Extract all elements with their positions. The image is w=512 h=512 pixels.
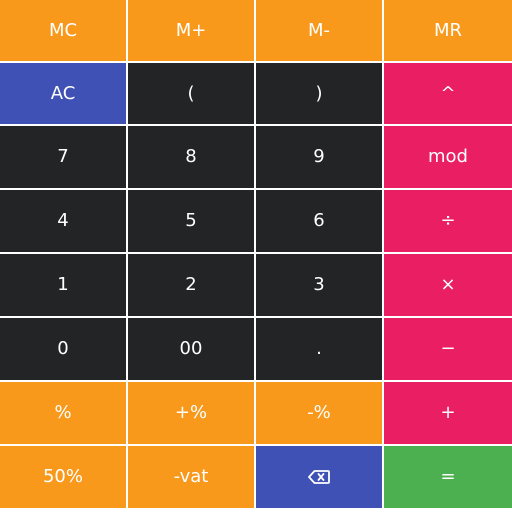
- backspace-button[interactable]: [256, 446, 382, 508]
- digit-1-button[interactable]: 1: [0, 254, 126, 316]
- all-clear-label: AC: [50, 82, 76, 104]
- modulo-label: mod: [428, 146, 468, 167]
- divide-label: ÷: [440, 210, 456, 231]
- multiply-label: ×: [440, 274, 456, 295]
- digit-5-button[interactable]: 5: [128, 190, 254, 252]
- add-label: +: [440, 402, 456, 423]
- memory-add-label: M+: [175, 19, 207, 41]
- digit-8-label: 8: [185, 146, 197, 167]
- close-paren-label: ): [315, 82, 323, 104]
- subtract-percent-button[interactable]: -%: [256, 382, 382, 444]
- memory-recall-label: MR: [433, 19, 463, 41]
- equals-label: =: [440, 466, 456, 487]
- modulo-button[interactable]: mod: [384, 126, 512, 188]
- open-paren-label: (: [187, 82, 195, 104]
- digit-9-button[interactable]: 9: [256, 126, 382, 188]
- memory-add-button[interactable]: M+: [128, 0, 254, 61]
- multiply-button[interactable]: ×: [384, 254, 512, 316]
- close-paren-button[interactable]: ): [256, 63, 382, 124]
- memory-clear-button[interactable]: MC: [0, 0, 126, 61]
- minus-vat-button[interactable]: -vat: [128, 446, 254, 508]
- digit-6-button[interactable]: 6: [256, 190, 382, 252]
- digit-9-label: 9: [313, 146, 325, 167]
- digit-0-button[interactable]: 0: [0, 318, 126, 380]
- decimal-point-button[interactable]: .: [256, 318, 382, 380]
- memory-subtract-button[interactable]: M-: [256, 0, 382, 61]
- fifty-percent-label: 50%: [42, 466, 83, 487]
- percent-label: %: [54, 402, 72, 423]
- digit-4-button[interactable]: 4: [0, 190, 126, 252]
- minus-vat-label: -vat: [173, 466, 209, 487]
- percent-button[interactable]: %: [0, 382, 126, 444]
- digit-1-label: 1: [57, 274, 69, 295]
- fifty-percent-button[interactable]: 50%: [0, 446, 126, 508]
- digit-5-label: 5: [185, 210, 197, 231]
- memory-recall-button[interactable]: MR: [384, 0, 512, 61]
- double-zero-button[interactable]: 00: [128, 318, 254, 380]
- decimal-point-label: .: [316, 338, 322, 359]
- memory-clear-label: MC: [48, 19, 78, 41]
- digit-2-button[interactable]: 2: [128, 254, 254, 316]
- divide-button[interactable]: ÷: [384, 190, 512, 252]
- all-clear-button[interactable]: AC: [0, 63, 126, 124]
- digit-7-label: 7: [57, 146, 69, 167]
- subtract-percent-label: -%: [307, 402, 331, 423]
- digit-3-label: 3: [313, 274, 325, 295]
- open-paren-button[interactable]: (: [128, 63, 254, 124]
- memory-subtract-label: M-: [307, 19, 331, 41]
- add-percent-button[interactable]: +%: [128, 382, 254, 444]
- digit-3-button[interactable]: 3: [256, 254, 382, 316]
- double-zero-label: 00: [179, 338, 203, 359]
- add-percent-label: +%: [174, 402, 208, 423]
- add-button[interactable]: +: [384, 382, 512, 444]
- equals-button[interactable]: =: [384, 446, 512, 508]
- power-button[interactable]: ^: [384, 63, 512, 124]
- digit-7-button[interactable]: 7: [0, 126, 126, 188]
- digit-4-label: 4: [57, 210, 69, 231]
- calculator-keypad: MC M+ M- MR AC ( ) ^ 7 8 9 mod 4 5 6 ÷ 1…: [0, 0, 512, 512]
- digit-8-button[interactable]: 8: [128, 126, 254, 188]
- power-label: ^: [440, 82, 456, 104]
- digit-0-label: 0: [57, 338, 69, 359]
- subtract-label: −: [440, 338, 456, 359]
- digit-6-label: 6: [313, 210, 325, 231]
- backspace-icon: [308, 470, 330, 484]
- subtract-button[interactable]: −: [384, 318, 512, 380]
- digit-2-label: 2: [185, 274, 197, 295]
